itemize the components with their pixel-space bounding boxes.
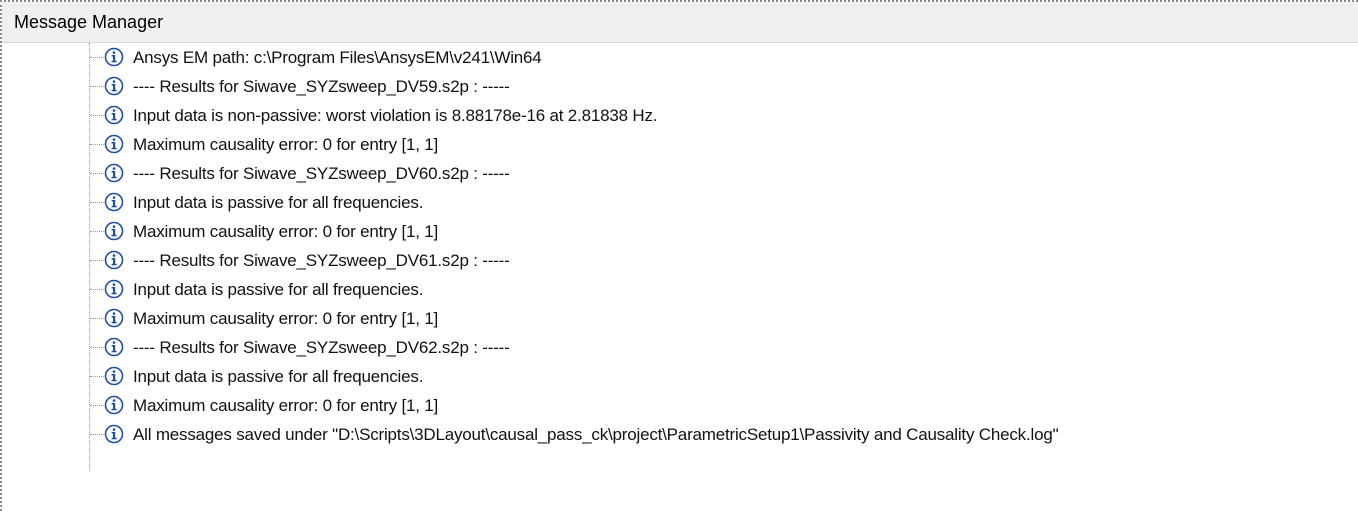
message-text: ---- Results for Siwave_SYZsweep_DV62.s2… — [133, 338, 510, 357]
message-text: Input data is passive for all frequencie… — [133, 367, 424, 386]
info-icon — [104, 424, 124, 444]
tree-branch-line — [90, 289, 104, 290]
info-icon — [104, 366, 124, 386]
info-icon — [104, 192, 124, 212]
tree-branch-line — [90, 376, 104, 377]
tree-branch-line — [90, 318, 104, 319]
message-row[interactable]: ---- Results for Siwave_SYZsweep_DV61.s2… — [2, 246, 1358, 275]
info-icon — [104, 308, 124, 328]
panel-titlebar[interactable]: Message Manager — [2, 2, 1358, 43]
tree-branch-line — [90, 434, 104, 435]
message-row[interactable]: Maximum causality error: 0 for entry [1,… — [2, 130, 1358, 159]
message-text: Ansys EM path: c:\Program Files\AnsysEM\… — [133, 48, 542, 67]
tree-branch-line — [90, 86, 104, 87]
info-icon — [104, 221, 124, 241]
tree-branch-line — [90, 347, 104, 348]
message-manager-panel: Message Manager Ansys EM path: c:\Progra… — [0, 0, 1358, 511]
tree-branch-line — [90, 144, 104, 145]
message-row[interactable]: Maximum causality error: 0 for entry [1,… — [2, 391, 1358, 420]
message-text: Maximum causality error: 0 for entry [1,… — [133, 309, 439, 328]
info-icon — [104, 47, 124, 67]
info-icon — [104, 337, 124, 357]
message-text: Maximum causality error: 0 for entry [1,… — [133, 222, 439, 241]
tree-branch-line — [90, 405, 104, 406]
message-row[interactable]: Input data is passive for all frequencie… — [2, 362, 1358, 391]
tree-branch-line — [90, 260, 104, 261]
message-row[interactable]: All messages saved under "D:\Scripts\3DL… — [2, 420, 1358, 449]
tree-branch-line — [90, 57, 104, 58]
message-row[interactable]: Input data is passive for all frequencie… — [2, 188, 1358, 217]
info-icon — [104, 163, 124, 183]
message-row[interactable]: ---- Results for Siwave_SYZsweep_DV59.s2… — [2, 72, 1358, 101]
info-icon — [104, 250, 124, 270]
message-text: All messages saved under "D:\Scripts\3DL… — [133, 425, 1059, 444]
info-icon — [104, 105, 124, 125]
message-row[interactable]: Input data is non-passive: worst violati… — [2, 101, 1358, 130]
message-text: ---- Results for Siwave_SYZsweep_DV60.s2… — [133, 164, 510, 183]
message-text: Input data is non-passive: worst violati… — [133, 106, 658, 125]
info-icon — [104, 134, 124, 154]
message-text: ---- Results for Siwave_SYZsweep_DV61.s2… — [133, 251, 510, 270]
message-text: Input data is passive for all frequencie… — [133, 280, 424, 299]
message-text: Maximum causality error: 0 for entry [1,… — [133, 135, 439, 154]
message-text: ---- Results for Siwave_SYZsweep_DV59.s2… — [133, 77, 510, 96]
message-row[interactable]: Maximum causality error: 0 for entry [1,… — [2, 304, 1358, 333]
message-row[interactable]: Maximum causality error: 0 for entry [1,… — [2, 217, 1358, 246]
info-icon — [104, 279, 124, 299]
message-row[interactable]: Input data is passive for all frequencie… — [2, 275, 1358, 304]
message-row[interactable]: ---- Results for Siwave_SYZsweep_DV62.s2… — [2, 333, 1358, 362]
message-tree[interactable]: Ansys EM path: c:\Program Files\AnsysEM\… — [2, 43, 1358, 511]
tree-branch-line — [90, 202, 104, 203]
message-text: Maximum causality error: 0 for entry [1,… — [133, 396, 439, 415]
info-icon — [104, 395, 124, 415]
message-row[interactable]: ---- Results for Siwave_SYZsweep_DV60.s2… — [2, 159, 1358, 188]
panel-title: Message Manager — [14, 12, 164, 32]
tree-branch-line — [90, 231, 104, 232]
tree-branch-line — [90, 173, 104, 174]
info-icon — [104, 76, 124, 96]
message-text: Input data is passive for all frequencie… — [133, 193, 424, 212]
tree-branch-line — [90, 115, 104, 116]
message-row[interactable]: Ansys EM path: c:\Program Files\AnsysEM\… — [2, 43, 1358, 72]
